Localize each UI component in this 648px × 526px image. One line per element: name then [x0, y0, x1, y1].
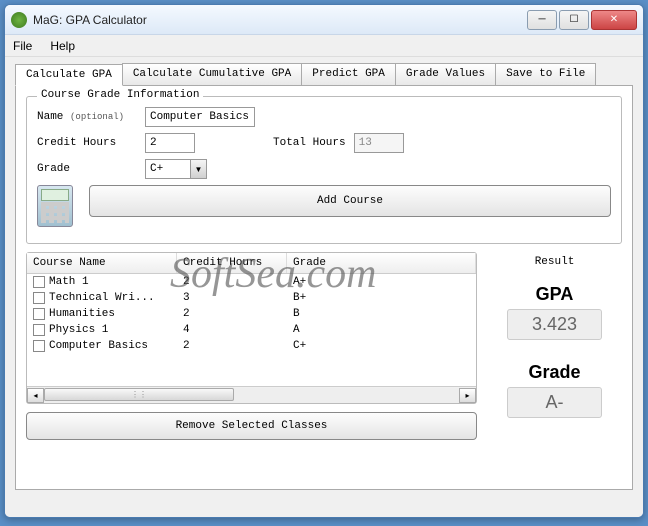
total-hours-label: Total Hours: [273, 137, 346, 149]
menubar: File Help: [5, 35, 643, 57]
chevron-down-icon: ▼: [190, 160, 206, 178]
hours-label: Credit Hours: [37, 137, 137, 149]
maximize-button[interactable]: ☐: [559, 10, 589, 30]
cell-hours: 3: [177, 291, 287, 305]
result-title: Result: [487, 252, 622, 268]
lower-section: Course Name Credit Hours Grade Math 12A+…: [26, 252, 622, 440]
tab-calculate-gpa[interactable]: Calculate GPA: [15, 64, 123, 86]
row-checkbox[interactable]: [33, 324, 45, 336]
close-button[interactable]: ✕: [591, 10, 637, 30]
credit-hours-input[interactable]: [145, 133, 195, 153]
col-credit-hours[interactable]: Credit Hours: [177, 253, 287, 273]
cell-name: Physics 1: [49, 324, 108, 336]
scroll-left-button[interactable]: ◂: [27, 388, 44, 403]
horizontal-scrollbar: ◂ ⋮⋮ ▸: [27, 386, 476, 403]
scroll-track[interactable]: ⋮⋮: [44, 388, 459, 403]
cell-hours: 2: [177, 339, 287, 353]
cell-hours: 2: [177, 307, 287, 321]
gpa-value: 3.423: [507, 309, 602, 340]
cell-grade: A: [287, 323, 476, 337]
course-info-group: Course Grade Information Name (optional)…: [26, 96, 622, 244]
titlebar: MaG: GPA Calculator ─ ☐ ✕: [5, 5, 643, 35]
table-row[interactable]: Computer Basics 2C+: [27, 338, 476, 354]
grade-label: Grade: [37, 163, 137, 175]
cell-grade: B: [287, 307, 476, 321]
content-area: Calculate GPA Calculate Cumulative GPA P…: [5, 57, 643, 517]
row-checkbox[interactable]: [33, 292, 45, 304]
menu-file[interactable]: File: [13, 39, 32, 53]
cell-name: Technical Wri...: [49, 292, 155, 304]
row-checkbox[interactable]: [33, 308, 45, 320]
app-icon: [11, 12, 27, 28]
courses-table: Course Name Credit Hours Grade Math 12A+…: [26, 252, 477, 404]
table-header: Course Name Credit Hours Grade: [27, 253, 476, 274]
cell-hours: 2: [177, 275, 287, 289]
table-body: Math 12A+Technical Wri...3B+Humanities2B…: [27, 274, 476, 386]
tab-strip: Calculate GPA Calculate Cumulative GPA P…: [15, 63, 633, 86]
table-row[interactable]: Technical Wri... 3B+: [27, 290, 476, 306]
tab-predict-gpa[interactable]: Predict GPA: [301, 63, 396, 85]
table-row[interactable]: Humanities 2B: [27, 306, 476, 322]
window-controls: ─ ☐ ✕: [527, 10, 637, 30]
tab-cumulative-gpa[interactable]: Calculate Cumulative GPA: [122, 63, 302, 85]
grade-select[interactable]: C+ ▼: [145, 159, 207, 179]
col-course-name[interactable]: Course Name: [27, 253, 177, 273]
total-hours-display: [354, 133, 404, 153]
cell-name: Computer Basics: [49, 340, 148, 352]
row-checkbox[interactable]: [33, 340, 45, 352]
name-label: Name (optional): [37, 111, 137, 123]
course-name-input[interactable]: [145, 107, 255, 127]
gpa-label: GPA: [487, 284, 622, 305]
grade-result-value: A-: [507, 387, 602, 418]
tab-grade-values[interactable]: Grade Values: [395, 63, 496, 85]
scroll-thumb[interactable]: ⋮⋮: [44, 388, 234, 401]
cell-name: Math 1: [49, 276, 89, 288]
cell-hours: 4: [177, 323, 287, 337]
calculator-icon: [37, 185, 73, 227]
add-course-button[interactable]: Add Course: [89, 185, 611, 217]
tab-save-to-file[interactable]: Save to File: [495, 63, 596, 85]
col-grade[interactable]: Grade: [287, 253, 476, 273]
table-row[interactable]: Physics 1 4A: [27, 322, 476, 338]
remove-selected-button[interactable]: Remove Selected Classes: [26, 412, 477, 440]
table-row[interactable]: Math 1 2A+: [27, 274, 476, 290]
cell-grade: B+: [287, 291, 476, 305]
cell-grade: A+: [287, 275, 476, 289]
tab-panel: Course Grade Information Name (optional)…: [15, 86, 633, 490]
scroll-right-button[interactable]: ▸: [459, 388, 476, 403]
app-window: MaG: GPA Calculator ─ ☐ ✕ File Help Calc…: [4, 4, 644, 518]
cell-name: Humanities: [49, 308, 115, 320]
grade-select-value: C+: [146, 163, 190, 175]
window-title: MaG: GPA Calculator: [33, 13, 527, 27]
group-title: Course Grade Information: [37, 89, 203, 101]
result-panel: Result GPA 3.423 Grade A-: [487, 252, 622, 440]
row-checkbox[interactable]: [33, 276, 45, 288]
menu-help[interactable]: Help: [50, 39, 75, 53]
cell-grade: C+: [287, 339, 476, 353]
grade-result-label: Grade: [487, 362, 622, 383]
minimize-button[interactable]: ─: [527, 10, 557, 30]
